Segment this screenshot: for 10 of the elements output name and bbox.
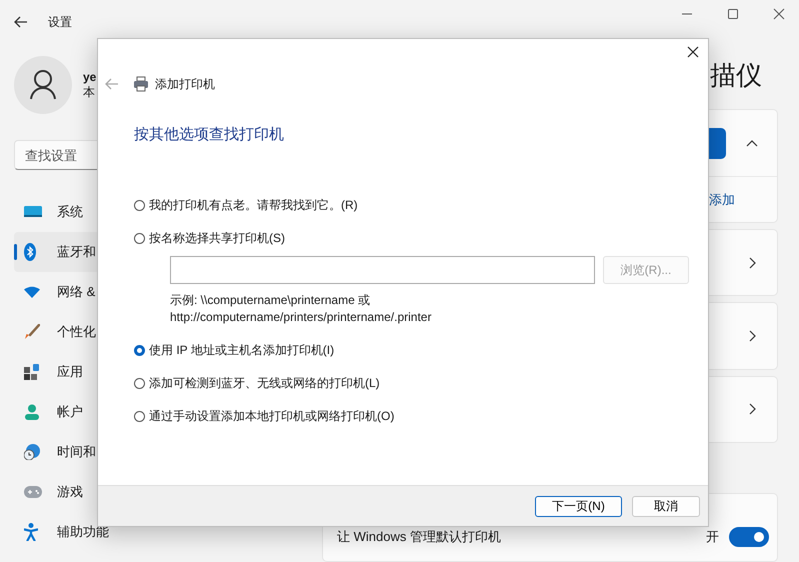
example-text: http://computername/printers/printername/.printer — [170, 309, 432, 326]
page-title: 描仪 — [709, 59, 763, 92]
setting-label: 让 Windows 管理默认打印机 — [337, 528, 501, 546]
dialog-title: 添加打印机 — [155, 76, 215, 92]
example-text: 示例: \\computername\printername 或 — [170, 292, 372, 309]
user-subtitle: 本 — [83, 84, 96, 100]
toggle-state: 开 — [706, 528, 719, 546]
window-title: 设置 — [48, 14, 72, 30]
user-name: ye — [83, 70, 96, 84]
dialog-heading: 按其他选项查找打印机 — [134, 125, 285, 145]
